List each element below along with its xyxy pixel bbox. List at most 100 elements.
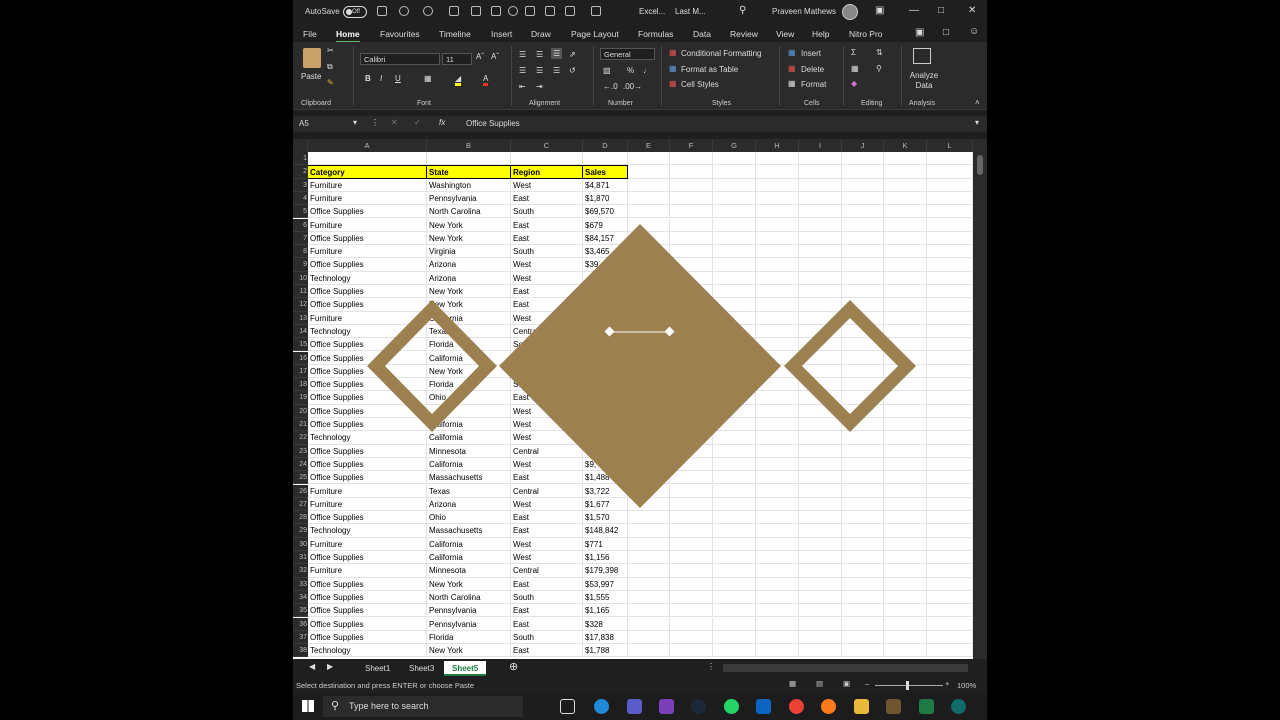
cell[interactable] — [884, 258, 927, 272]
last-modified[interactable]: Last M... — [675, 7, 706, 16]
cell[interactable] — [884, 577, 927, 591]
cell[interactable] — [628, 524, 670, 538]
cell[interactable] — [628, 364, 670, 379]
cell[interactable] — [713, 444, 756, 458]
cell[interactable]: Central — [511, 484, 583, 498]
cell[interactable] — [670, 604, 713, 618]
column-header-l[interactable]: L — [927, 139, 973, 152]
middle-align-icon[interactable]: ☰ — [536, 50, 543, 59]
row-header[interactable]: 25 — [293, 471, 308, 485]
cell[interactable]: Office Supplies — [308, 471, 427, 485]
cell[interactable] — [756, 590, 799, 605]
cell[interactable] — [927, 271, 973, 285]
cell[interactable] — [799, 338, 842, 352]
cell[interactable]: New York — [427, 231, 511, 246]
tab-formulas[interactable]: Formulas — [638, 29, 673, 39]
percent-icon[interactable]: % — [627, 66, 634, 75]
cell[interactable] — [628, 191, 670, 206]
cell[interactable] — [884, 245, 927, 259]
cell[interactable]: $3,722 — [583, 484, 628, 498]
cell[interactable] — [670, 551, 713, 565]
cell[interactable] — [628, 218, 670, 232]
cell[interactable]: Massachusetts — [427, 471, 511, 485]
cell[interactable] — [628, 404, 670, 418]
cell[interactable]: West — [511, 418, 583, 432]
cell[interactable] — [927, 444, 973, 458]
cell[interactable] — [628, 644, 670, 658]
cell[interactable]: Central — [511, 444, 583, 458]
cell[interactable] — [842, 245, 884, 259]
paint-icon[interactable] — [565, 6, 575, 16]
cell[interactable] — [628, 418, 670, 432]
row-header[interactable]: 28 — [293, 511, 308, 525]
cell[interactable]: Office Supplies — [308, 391, 427, 405]
sort-filter-icon[interactable]: ⇅ — [876, 48, 883, 57]
cell[interactable]: $179,398 — [583, 564, 628, 578]
cell[interactable] — [884, 644, 927, 658]
tab-view[interactable]: View — [776, 29, 794, 39]
cell[interactable] — [713, 617, 756, 631]
cell[interactable] — [670, 205, 713, 219]
cell[interactable] — [713, 431, 756, 445]
chrome-icon[interactable] — [789, 699, 804, 714]
column-header-d[interactable]: D — [583, 139, 628, 152]
cell[interactable] — [756, 378, 799, 392]
decrease-decimal-icon[interactable]: .00→ — [623, 82, 642, 91]
cell[interactable]: $679 — [583, 218, 628, 232]
cell[interactable] — [842, 364, 884, 379]
filter-icon[interactable] — [471, 6, 481, 16]
cell[interactable]: Technology — [308, 524, 427, 538]
cell[interactable] — [927, 604, 973, 618]
cell[interactable] — [583, 338, 628, 352]
cell[interactable]: Central — [511, 324, 583, 339]
name-box-dropdown-icon[interactable]: ▾ — [353, 118, 357, 127]
cell[interactable]: Texas — [427, 484, 511, 498]
cell[interactable] — [927, 351, 973, 365]
cell[interactable]: Sales — [583, 165, 628, 179]
cell[interactable] — [884, 378, 927, 392]
cell[interactable]: Arizona — [427, 258, 511, 272]
fill-icon[interactable]: ▦ — [851, 64, 859, 73]
cell[interactable] — [713, 537, 756, 551]
cell-styles-icon[interactable]: ▦ — [669, 79, 677, 88]
cell[interactable]: West — [511, 551, 583, 565]
cell[interactable]: Furniture — [308, 245, 427, 259]
zoom-out-icon[interactable]: – — [865, 679, 869, 688]
cell[interactable]: West — [511, 351, 583, 365]
cell[interactable] — [799, 285, 842, 299]
cell[interactable] — [756, 298, 799, 312]
row-header[interactable]: 14 — [293, 324, 308, 339]
cell[interactable]: $148,842 — [583, 524, 628, 538]
conditional-formatting-button[interactable]: Conditional Formatting — [681, 49, 761, 58]
cell[interactable] — [756, 537, 799, 551]
cell[interactable]: Office Supplies — [308, 205, 427, 219]
share-icon[interactable]: ▣ — [915, 27, 924, 38]
cell[interactable]: North Carolina — [427, 205, 511, 219]
cell[interactable] — [628, 378, 670, 392]
font-name-select[interactable]: Calibri — [360, 53, 440, 65]
cell[interactable]: South — [511, 338, 583, 352]
cell[interactable] — [927, 497, 973, 512]
cell[interactable] — [756, 444, 799, 458]
cell[interactable] — [670, 617, 713, 631]
cell[interactable]: West — [511, 271, 583, 285]
cell[interactable] — [927, 644, 973, 658]
cell[interactable] — [756, 338, 799, 352]
cell[interactable] — [670, 484, 713, 498]
cell[interactable]: Furniture — [308, 484, 427, 498]
cell[interactable] — [713, 258, 756, 272]
cell[interactable] — [427, 152, 511, 166]
cell[interactable]: $1,788 — [583, 644, 628, 658]
cell[interactable] — [713, 590, 756, 605]
cell[interactable]: Office Supplies — [308, 378, 427, 392]
row-header[interactable]: 13 — [293, 311, 308, 325]
decrease-indent-icon[interactable]: ⇤ — [519, 82, 526, 91]
zoom-slider[interactable] — [875, 685, 943, 686]
cell[interactable] — [927, 231, 973, 246]
tab-home[interactable]: Home — [336, 29, 360, 43]
column-header-f[interactable]: F — [670, 139, 713, 152]
fill-color-icon[interactable]: ◢ — [455, 74, 462, 86]
column-header-j[interactable]: J — [842, 139, 884, 152]
cell[interactable] — [670, 285, 713, 299]
cell[interactable]: $39 — [583, 258, 628, 272]
